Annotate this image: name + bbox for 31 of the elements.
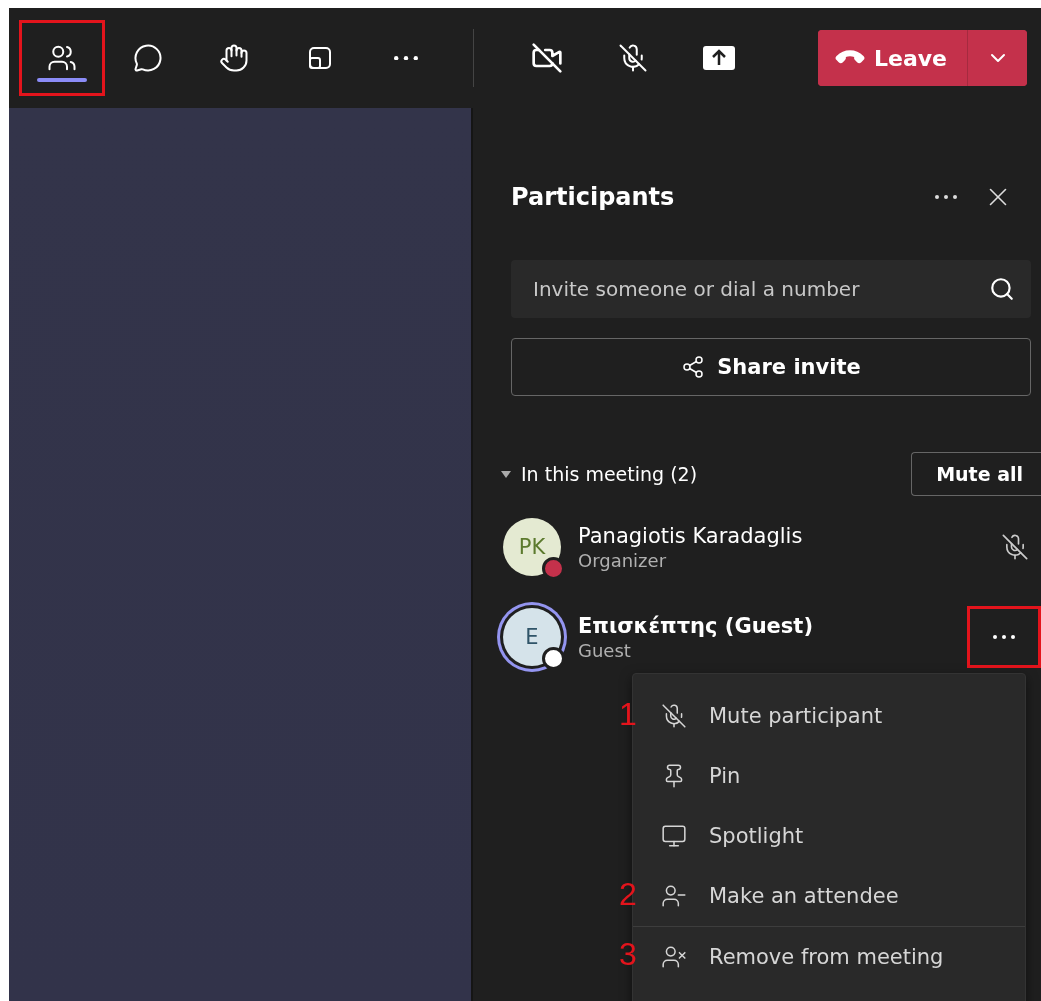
mute-all-button[interactable]: Mute all (911, 452, 1041, 496)
participant-name: Επισκέπτης (Guest) (578, 613, 814, 638)
step-number: 2 (619, 876, 637, 913)
people-icon (47, 43, 77, 73)
section-toggle[interactable]: In this meeting (2) (487, 463, 912, 485)
more-icon (394, 55, 418, 61)
participant-name: Panagiotis Karadaglis (578, 523, 804, 548)
people-button[interactable] (19, 20, 105, 96)
share-screen-icon (702, 44, 736, 72)
window-icon (307, 45, 333, 71)
hand-icon (219, 43, 249, 73)
participant-role: Guest (578, 639, 632, 661)
search-icon (989, 276, 1015, 302)
selected-indicator (37, 78, 87, 82)
camera-off-icon (531, 42, 563, 74)
mic-off-icon (661, 703, 687, 729)
invite-field[interactable]: Invite someone or dial a number (511, 260, 1031, 318)
share-invite-button[interactable]: Share invite (511, 338, 1031, 396)
more-icon (935, 195, 957, 199)
mic-off-icon (618, 43, 648, 73)
menu-item[interactable]: Spotlight (633, 806, 1025, 866)
share-icon (681, 355, 706, 379)
menu-item[interactable]: Pin (633, 746, 1025, 806)
person-minus-icon (661, 883, 687, 909)
participant-role: Organizer (578, 549, 668, 571)
more-icon (993, 635, 1015, 639)
more-options-button[interactable] (967, 606, 1041, 668)
chat-icon (133, 43, 163, 73)
monitor-icon (661, 823, 687, 849)
panel-title: Participants (511, 183, 676, 211)
step-number: 1 (619, 696, 637, 733)
